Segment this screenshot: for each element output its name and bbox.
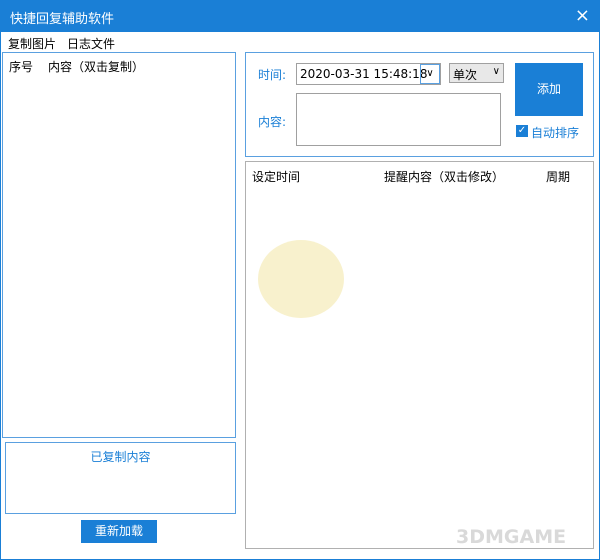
content-label: 内容: — [258, 115, 287, 129]
auto-sort-label: 自动排序 — [531, 126, 580, 140]
content-input[interactable] — [296, 93, 501, 146]
copied-content-label: 已复制内容 — [90, 450, 151, 464]
column-index: 序号 — [9, 60, 34, 74]
time-label: 时间: — [258, 68, 287, 82]
reminder-list[interactable]: 设定时间 提醒内容（双击修改） 周期 3DMGAME — [245, 161, 594, 549]
period-select[interactable]: 单次 ∨ — [449, 63, 504, 83]
add-button[interactable]: 添加 — [515, 63, 583, 116]
time-picker[interactable]: 2020-03-31 15:48:18 ∨ — [296, 63, 441, 85]
close-icon[interactable]: × — [575, 5, 590, 26]
copied-content-box: 已复制内容 — [5, 442, 236, 514]
title-bar: 快捷回复辅助软件 × — [0, 0, 600, 32]
chevron-down-icon: ∨ — [492, 66, 500, 77]
quick-reply-list[interactable]: 序号 内容（双击复制） — [2, 52, 236, 438]
menu-copy-image[interactable]: 复制图片 — [8, 35, 56, 52]
period-value: 单次 — [453, 68, 478, 82]
chevron-down-icon[interactable]: ∨ — [420, 64, 440, 84]
column-set-time: 设定时间 — [252, 170, 301, 184]
menu-bar: 复制图片 日志文件 — [0, 33, 600, 51]
watermark: 3DMGAME — [456, 526, 567, 548]
auto-sort-checkbox[interactable]: ✓ — [516, 125, 528, 137]
column-period: 周期 — [546, 170, 571, 184]
time-value: 2020-03-31 15:48:18 — [300, 67, 428, 81]
menu-log-file[interactable]: 日志文件 — [67, 35, 115, 52]
mascot-image — [258, 240, 344, 318]
add-reminder-form: 时间: 2020-03-31 15:48:18 ∨ 单次 ∨ 内容: 添加 ✓ … — [245, 52, 594, 157]
column-reminder-content: 提醒内容（双击修改） — [384, 170, 505, 184]
window-title: 快捷回复辅助软件 — [10, 12, 115, 27]
reload-button[interactable]: 重新加载 — [81, 520, 157, 543]
column-content: 内容（双击复制） — [48, 60, 145, 74]
